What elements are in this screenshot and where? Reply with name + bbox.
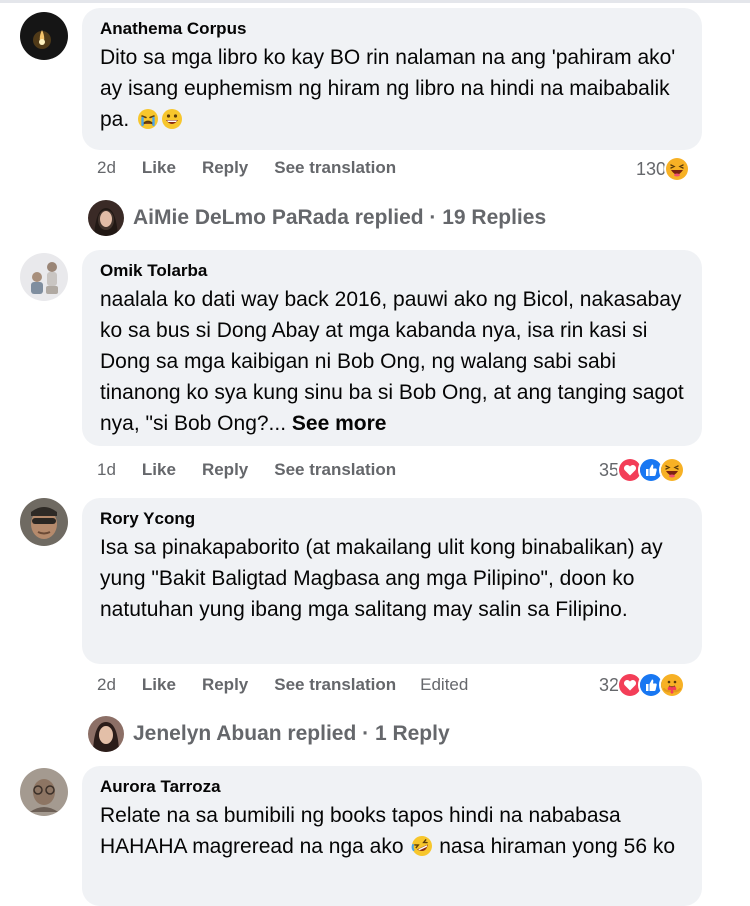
comment-timestamp[interactable]: 2d (97, 158, 116, 178)
avatar-rory-ycong[interactable] (20, 498, 68, 546)
edited-label: Edited (420, 675, 469, 694)
see-translation-link[interactable]: See translation (274, 460, 396, 480)
comment-actions: 2d Like Reply See translation Edited (97, 675, 468, 695)
see-translation-link[interactable]: See translation (274, 675, 396, 695)
reaction-count: 35 (599, 459, 620, 480)
avatar-omik-tolarba[interactable] (20, 253, 68, 301)
comment-text-tail: nasa hiraman yong 56 ko (433, 835, 676, 858)
reply-button[interactable]: Reply (202, 158, 248, 178)
replies-summary: Jenelyn Abuan replied · 1 Reply (133, 722, 450, 745)
comment-bubble: Omik Tolarba naalala ko dati way back 20… (82, 250, 702, 446)
avatar-jenelyn (88, 716, 124, 752)
comment-bubble: Aurora Tarroza Relate na sa bumibili ng … (82, 766, 702, 906)
comment-author[interactable]: Aurora Tarroza (100, 776, 684, 798)
reaction-summary[interactable]: 32 (599, 672, 686, 698)
reaction-summary[interactable]: 130 (636, 156, 691, 182)
comment-timestamp[interactable]: 1d (97, 460, 116, 480)
like-button[interactable]: Like (142, 675, 176, 695)
reaction-summary[interactable]: 35 (599, 457, 686, 483)
reaction-count: 130 (636, 158, 667, 179)
comment-text-body: naalala ko dati way back 2016, pauwi ako… (100, 288, 690, 435)
reply-button[interactable]: Reply (202, 675, 248, 695)
haha-reaction-icon (664, 156, 691, 182)
comment-text: Isa sa pinakapaborito (at makailang ulit… (100, 536, 669, 621)
care-reaction-icon (659, 672, 686, 698)
comment-author[interactable]: Rory Ycong (100, 508, 684, 530)
like-button[interactable]: Like (142, 460, 176, 480)
see-translation-link[interactable]: See translation (274, 158, 396, 178)
avatar-aurora-tarroza[interactable] (20, 768, 68, 816)
avatar-aimie (88, 200, 124, 236)
avatar-anathema-corpus[interactable] (20, 12, 68, 60)
top-divider (0, 0, 750, 3)
like-button[interactable]: Like (142, 158, 176, 178)
reaction-count: 32 (599, 674, 620, 695)
haha-reaction-icon (659, 457, 686, 483)
view-replies-link[interactable]: AiMie DeLmo PaRada replied · 19 Replies (88, 200, 546, 236)
rolling-laughing-face-icon (411, 836, 433, 856)
comment-text: Dito sa mga libro ko kay BO rin nalaman … (100, 42, 684, 135)
comment-actions: 1d Like Reply See translation (97, 460, 396, 480)
comment-author[interactable]: Omik Tolarba (100, 260, 684, 282)
comment-author[interactable]: Anathema Corpus (100, 18, 684, 40)
see-more-link[interactable]: See more (292, 412, 387, 435)
replies-summary: AiMie DeLmo PaRada replied · 19 Replies (133, 206, 547, 229)
comment-text-body: Dito sa mga libro ko kay BO rin nalaman … (100, 46, 682, 131)
comment-timestamp[interactable]: 2d (97, 675, 116, 695)
crying-face-icon (138, 109, 159, 129)
comment-bubble: Rory Ycong Isa sa pinakapaborito (at mak… (82, 498, 702, 664)
comment-text: naalala ko dati way back 2016, pauwi ako… (100, 284, 684, 439)
view-replies-link[interactable]: Jenelyn Abuan replied · 1 Reply (88, 716, 450, 752)
comment-text: Relate na sa bumibili ng books tapos hin… (100, 800, 684, 862)
comment-actions: 2d Like Reply See translation (97, 158, 396, 178)
comment-bubble: Anathema Corpus Dito sa mga libro ko kay… (82, 8, 702, 150)
reply-button[interactable]: Reply (202, 460, 248, 480)
grinning-face-icon (162, 109, 183, 129)
